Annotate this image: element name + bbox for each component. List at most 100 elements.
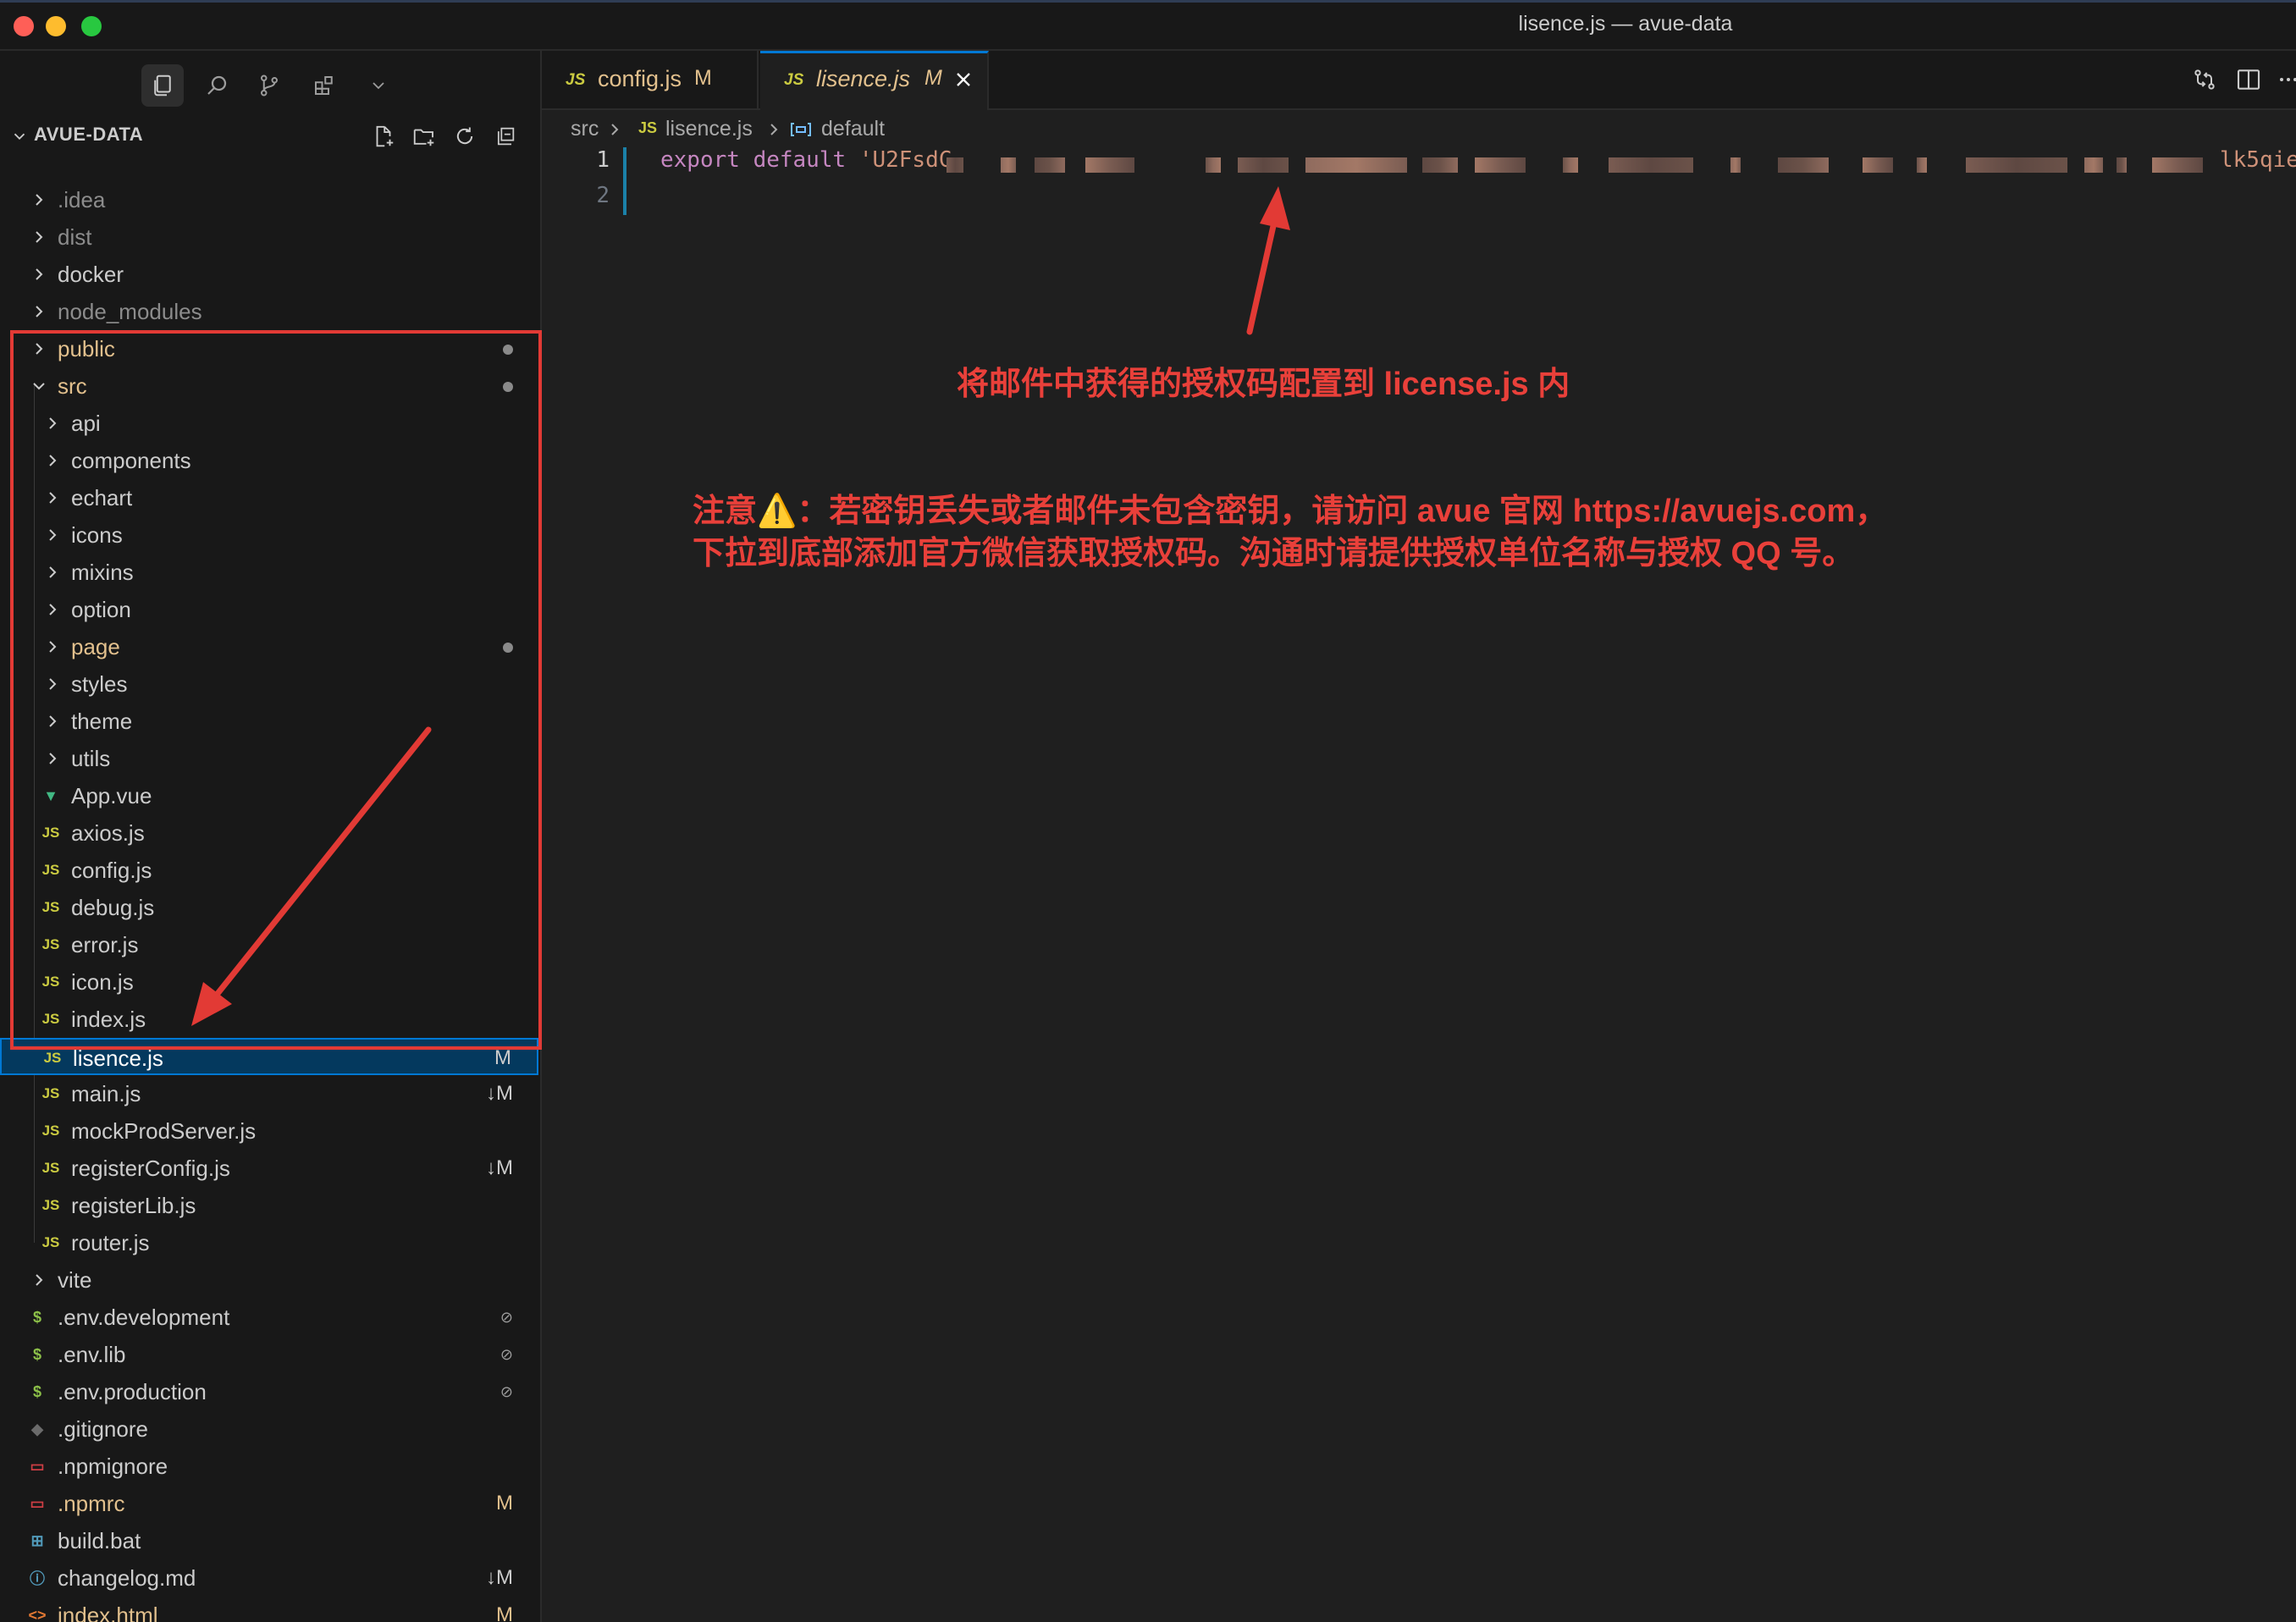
tab-config-js[interactable]: JS config.js M	[542, 51, 759, 110]
chevron-right-icon	[36, 1274, 43, 1286]
tree-item-registerconfig-js[interactable]: JS registerConfig.js ↓M	[0, 1150, 538, 1187]
git-status-badge: ↓M	[486, 1082, 513, 1105]
redacted-block	[1422, 157, 1458, 173]
tree-item-idea[interactable]: .idea	[0, 181, 538, 218]
tree-item-mockprodserver-js[interactable]: JS mockProdServer.js	[0, 1112, 538, 1150]
env-file-icon: $	[32, 1308, 41, 1326]
tree-item-label: .gitignore	[58, 1416, 148, 1442]
tree-item-docker[interactable]: docker	[0, 256, 538, 293]
git-status-badge: M	[494, 1046, 511, 1069]
redacted-block	[2152, 157, 2203, 173]
tree-item-label: .env.development	[58, 1305, 230, 1330]
npm-file-icon: ▭	[30, 1494, 45, 1512]
extensions-icon	[315, 76, 333, 95]
redacted-block	[2084, 157, 2103, 173]
highlight-src-box	[10, 330, 542, 1050]
redacted-block	[1085, 157, 1134, 173]
chevron-right-icon	[770, 124, 778, 135]
tree-item-label: mockProdServer.js	[71, 1118, 257, 1144]
tree-item-label: .env.production	[58, 1379, 207, 1404]
env-file-icon: $	[32, 1382, 41, 1400]
js-file-icon: JS	[566, 71, 586, 89]
window-title: lisence.js — avue-data	[1518, 12, 1733, 36]
close-icon[interactable]	[952, 68, 975, 91]
source-control-button[interactable]	[248, 64, 290, 107]
tree-item-node-modules[interactable]: node_modules	[0, 293, 538, 330]
tree-item-vite[interactable]: vite	[0, 1261, 538, 1299]
modified-line-indicator	[623, 147, 626, 215]
refresh-icon	[456, 127, 473, 145]
new-file-button[interactable]	[369, 122, 398, 151]
js-file-icon: JS	[41, 1160, 60, 1176]
extensions-button[interactable]	[303, 64, 345, 107]
tree-item-main-js[interactable]: JS main.js ↓M	[0, 1075, 538, 1112]
tree-item-dist[interactable]: dist	[0, 218, 538, 256]
js-file-icon: JS	[41, 1123, 60, 1139]
git-file-icon: ◆	[31, 1420, 43, 1437]
compare-changes-icon	[2194, 69, 2215, 90]
more-views-button[interactable]	[357, 64, 400, 107]
tree-item-label: .npmignore	[58, 1454, 168, 1479]
open-changes-button[interactable]	[2191, 66, 2218, 97]
line-number: 1	[596, 147, 610, 173]
tab-label: config.js	[598, 66, 682, 91]
js-file-icon: JS	[41, 1197, 60, 1213]
editor-tab-bar: JS config.js M JS lisence.js M	[542, 51, 2296, 110]
html-file-icon: <>	[28, 1606, 47, 1622]
new-file-icon	[376, 125, 394, 147]
annotation-config-hint: 将邮件中获得的授权码配置到 license.js 内	[957, 367, 1570, 402]
tree-item-index-html[interactable]: <> index.html M	[0, 1597, 538, 1622]
git-status-badge: M	[496, 1492, 513, 1514]
redacted-block	[1778, 157, 1829, 173]
tree-item-gitignore[interactable]: ◆ .gitignore	[0, 1410, 538, 1448]
window-minimize-button[interactable]	[46, 16, 66, 36]
search-view-button[interactable]	[196, 64, 238, 107]
new-folder-icon	[413, 129, 434, 146]
tree-item-label: .idea	[58, 187, 106, 212]
annotation-note-line-1: 注意⚠️：若密钥丢失或者邮件未包含密钥，请访问 avue 官网 https://…	[693, 494, 1888, 529]
title-accent-line	[0, 0, 2296, 3]
title-bar: lisence.js — avue-data	[0, 0, 2296, 51]
redacted-block	[1609, 157, 1693, 173]
tree-item-label: vite	[58, 1267, 92, 1293]
tab-lisence-js[interactable]: JS lisence.js M	[760, 51, 989, 110]
env-file-icon: $	[32, 1345, 41, 1363]
git-status-badge: ⊘	[499, 1309, 513, 1326]
files-icon	[154, 74, 171, 97]
git-status-badge: ↓M	[486, 1566, 513, 1589]
tree-item-changelog-md[interactable]: ⓘ changelog.md ↓M	[0, 1559, 538, 1597]
tree-item-build-bat[interactable]: ⊞ build.bat	[0, 1522, 538, 1559]
refresh-explorer-button[interactable]	[450, 122, 479, 151]
new-folder-button[interactable]	[410, 122, 439, 151]
tree-item-label: index.html	[58, 1603, 158, 1622]
explorer-header[interactable]: AVUE-DATA	[0, 113, 540, 157]
tree-item-router-js[interactable]: JS router.js	[0, 1224, 538, 1261]
collapse-folders-button[interactable]	[491, 122, 520, 151]
window-maximize-button[interactable]	[81, 16, 102, 36]
tree-item-npmignore[interactable]: ▭ .npmignore	[0, 1448, 538, 1485]
redacted-block	[1238, 157, 1289, 173]
git-status-badge: ⊘	[499, 1346, 513, 1363]
ellipsis-icon	[2280, 78, 2296, 81]
tree-item-env-development[interactable]: $ .env.development ⊘	[0, 1299, 538, 1336]
split-editor-button[interactable]	[2235, 66, 2262, 97]
redacted-block	[1863, 157, 1893, 173]
window-close-button[interactable]	[14, 16, 34, 36]
tree-item-registerlib-js[interactable]: JS registerLib.js	[0, 1187, 538, 1224]
more-actions-button[interactable]	[2279, 73, 2296, 88]
tree-item-env-production[interactable]: $ .env.production ⊘	[0, 1373, 538, 1410]
explorer-view-button[interactable]	[141, 64, 184, 107]
tab-label: lisence.js	[816, 66, 911, 91]
npm-file-icon: ▭	[30, 1457, 45, 1475]
code-line-1: export default 'U2FsdC	[660, 147, 952, 173]
breadcrumb-symbol[interactable]: default	[821, 117, 885, 141]
redacted-block	[1035, 157, 1065, 173]
redacted-block	[1305, 157, 1407, 173]
breadcrumb-file[interactable]: lisence.js	[665, 117, 753, 141]
redacted-block	[1563, 157, 1578, 173]
tree-item-npmrc[interactable]: ▭ .npmrc M	[0, 1485, 538, 1522]
tree-item-env-lib[interactable]: $ .env.lib ⊘	[0, 1336, 538, 1373]
breadcrumb-folder[interactable]: src	[571, 117, 599, 141]
code-keyword: export default	[660, 147, 847, 173]
code-string-start: 'U2FsdC	[858, 147, 952, 173]
